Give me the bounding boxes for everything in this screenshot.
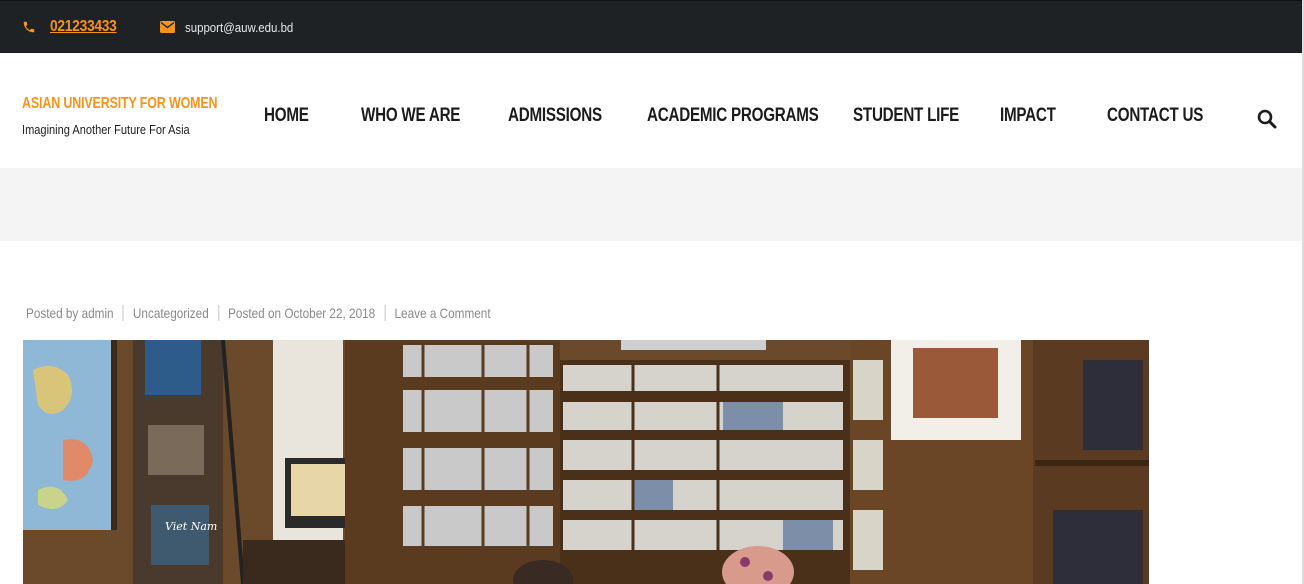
post-meta: Posted by admin Uncategorized Posted on …: [26, 304, 491, 322]
site-header: ASIAN UNIVERSITY FOR WOMEN Imagining Ano…: [0, 53, 1302, 168]
site-title[interactable]: ASIAN UNIVERSITY FOR WOMEN: [22, 95, 218, 113]
nav-home[interactable]: HOME: [264, 105, 309, 127]
nav-impact[interactable]: IMPACT: [1000, 105, 1056, 127]
top-phone[interactable]: 021233433: [22, 17, 127, 37]
phone-link[interactable]: 021233433: [50, 18, 117, 36]
nav-contact-us[interactable]: CONTACT US: [1107, 105, 1203, 127]
site-tagline: Imagining Another Future For Asia: [22, 122, 190, 137]
envelope-icon: [160, 21, 175, 33]
post-date: Posted on October 22, 2018: [228, 305, 376, 321]
posted-by-label: Posted by: [26, 305, 79, 321]
book-cover-text: Viet Nam: [165, 520, 217, 533]
top-contact-bar: 021233433 support@auw.edu.bd: [0, 0, 1302, 53]
top-email[interactable]: support@auw.edu.bd: [160, 17, 308, 37]
nav-student-life[interactable]: STUDENT LIFE: [853, 105, 959, 127]
email-link[interactable]: support@auw.edu.bd: [185, 20, 293, 35]
page-title-band: [0, 168, 1302, 241]
leave-comment-link[interactable]: Leave a Comment: [395, 305, 491, 321]
meta-divider: [384, 305, 386, 321]
nav-admissions[interactable]: ADMISSIONS: [508, 105, 602, 127]
author-link[interactable]: admin: [82, 305, 114, 321]
meta-divider: [218, 305, 219, 321]
nav-academic-programs[interactable]: ACADEMIC PROGRAMS: [647, 105, 819, 127]
search-icon[interactable]: [1257, 109, 1277, 129]
category-link[interactable]: Uncategorized: [133, 305, 209, 321]
meta-divider: [122, 305, 124, 321]
nav-who-we-are[interactable]: WHO WE ARE: [361, 105, 460, 127]
phone-icon: [22, 20, 36, 34]
featured-image: Viet Nam: [23, 340, 1149, 584]
